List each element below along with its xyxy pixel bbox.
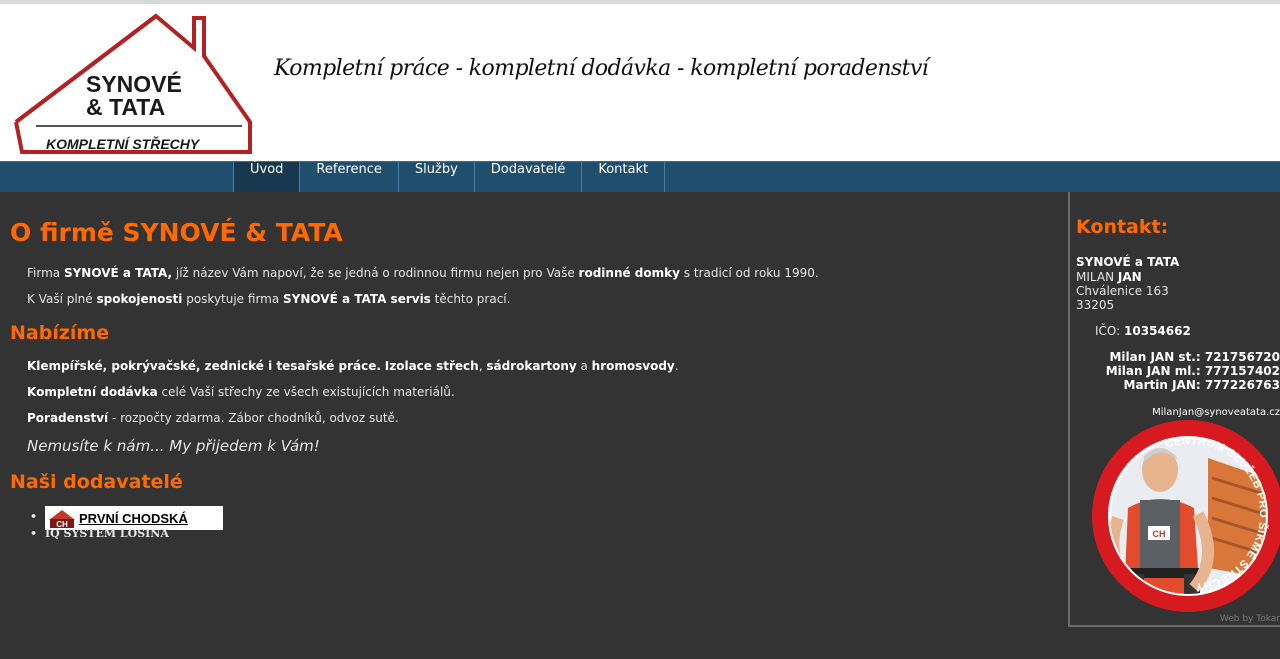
nav-item-sluzby[interactable]: Služby bbox=[397, 162, 474, 192]
site-header: SYNOVÉ & TATA KOMPLETNÍ STŘECHY Kompletn… bbox=[0, 4, 1280, 161]
logo-tagline: KOMPLETNÍ STŘECHY bbox=[46, 136, 200, 152]
nav-item-kontakt[interactable]: Kontakt bbox=[581, 162, 666, 192]
contact-street: Chválenice 163 bbox=[1076, 284, 1169, 298]
logo-line-1: SYNOVÉ bbox=[86, 71, 182, 97]
page-title: O firmě SYNOVÉ & TATA bbox=[10, 218, 343, 247]
main-content: O firmě SYNOVÉ & TATA Firma SYNOVÉ a TAT… bbox=[0, 192, 1068, 659]
web-credit[interactable]: Web by Tokar bbox=[1220, 614, 1280, 624]
contact-ico: IČO: 10354662 bbox=[1095, 324, 1191, 338]
header-slogan: Kompletní práce - kompletní dodávka - ko… bbox=[274, 56, 929, 81]
contact-zip: 33205 bbox=[1076, 298, 1115, 312]
supplier-label: PRVNÍ CHODSKÁ bbox=[79, 511, 188, 526]
offer-heading: Nabízíme bbox=[10, 322, 110, 344]
nav-item-uvod[interactable]: Úvod bbox=[233, 162, 300, 192]
offer-item-2: Kompletní dodávka celé Vaší střechy ze v… bbox=[27, 385, 455, 399]
site-logo[interactable]: SYNOVÉ & TATA KOMPLETNÍ STŘECHY bbox=[10, 10, 260, 162]
contact-sidebar: Kontakt: SYNOVÉ a TATA MILAN JAN Chválen… bbox=[1068, 192, 1280, 627]
supplier-label[interactable]: IQ SYSTÉM LOSINÁ bbox=[45, 527, 169, 540]
service-slogan: Nemusíte k nám... My přijedem k Vám! bbox=[27, 437, 320, 455]
contact-company: SYNOVÉ a TATA bbox=[1076, 255, 1180, 269]
contact-phone[interactable]: Milan JAN st.: 721756720 bbox=[1109, 350, 1280, 364]
supplier-item[interactable]: IQ SYSTÉM LOSINÁ bbox=[30, 527, 223, 544]
offer-item-3: Poradenství - rozpočty zdarma. Zábor cho… bbox=[27, 411, 399, 425]
svg-text:CH: CH bbox=[1153, 529, 1166, 539]
suppliers-list: CH PRVNÍ CHODSKÁ IQ SYSTÉM LOSINÁ bbox=[30, 506, 223, 544]
offer-item-1: Klempířské, pokrývačské, zednické i tesa… bbox=[27, 359, 679, 373]
nav-item-dodavatele[interactable]: Dodavatelé bbox=[473, 162, 582, 192]
intro-paragraph-2: K Vaší plné spokojenosti poskytuje firma… bbox=[27, 292, 511, 306]
nav-menu: Úvod Reference Služby Dodavatelé Kontakt bbox=[233, 162, 666, 192]
contact-name: MILAN JAN bbox=[1076, 270, 1142, 284]
contact-email-link[interactable]: MilanJan@synoveatata.cz bbox=[1152, 407, 1280, 418]
intro-paragraph-1: Firma SYNOVÉ a TATA, jíž název Vám napov… bbox=[27, 266, 819, 280]
contact-phone[interactable]: Milan JAN ml.: 777157402 bbox=[1106, 364, 1280, 378]
nav-item-reference[interactable]: Reference bbox=[299, 162, 397, 192]
contact-phone[interactable]: Martin JAN: 777226763 bbox=[1124, 378, 1280, 392]
chodska-roof-icon: CH bbox=[49, 510, 75, 528]
contact-heading: Kontakt: bbox=[1076, 216, 1169, 238]
service-center-badge: CH CENTRUM SLUŽEB PRO ŠIKMÉ STŘECHY bbox=[1088, 418, 1280, 614]
worker-badge-icon: CH CENTRUM SLUŽEB PRO ŠIKMÉ STŘECHY bbox=[1092, 420, 1280, 612]
logo-line-2: & TATA bbox=[86, 94, 166, 120]
suppliers-heading: Naši dodavatelé bbox=[10, 471, 183, 493]
supplier-item[interactable]: CH PRVNÍ CHODSKÁ bbox=[30, 506, 223, 530]
main-navigation: Úvod Reference Služby Dodavatelé Kontakt bbox=[0, 161, 1280, 192]
